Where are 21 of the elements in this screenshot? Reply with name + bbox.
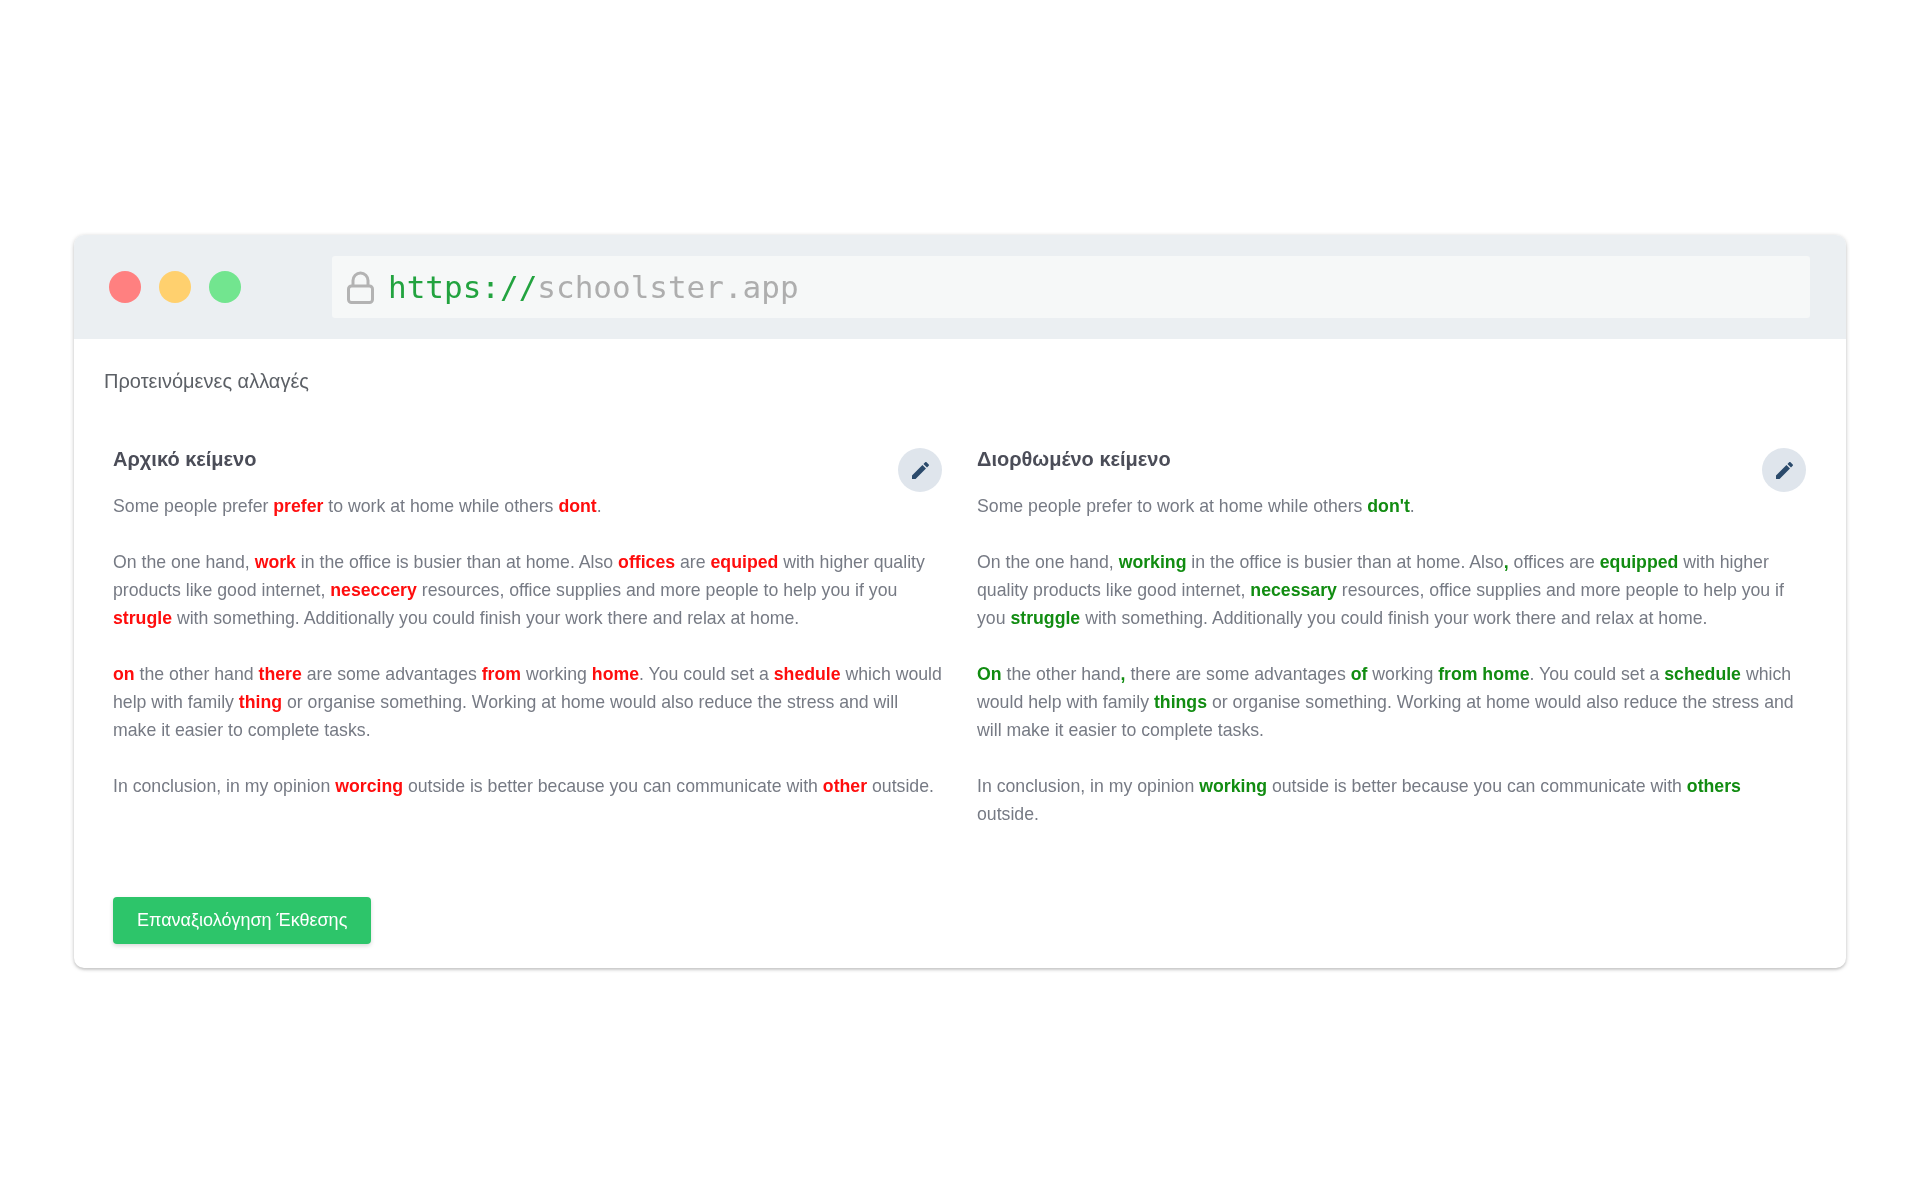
close-dot-icon[interactable] [109, 271, 141, 303]
minimize-dot-icon[interactable] [159, 271, 191, 303]
maximize-dot-icon[interactable] [209, 271, 241, 303]
essay-paragraph: On the one hand, working in the office is busier than at home. Also, offices are equipped with higher quality products like good internet, necessary resources, office supplies and more people to help you if you struggle with something. Additionally you could finish your work there and relax at home. [977, 551, 1785, 630]
page-title: Προτεινόμενες αλλαγές [104, 369, 310, 394]
edit-button[interactable] [1762, 448, 1806, 492]
address-field[interactable]: https://schoolster.app [332, 256, 1810, 318]
essay-paragraph: Some people prefer to work at home while others don't. [977, 495, 1416, 518]
essay-paragraph: Some people prefer prefer to work at home while others dont. [113, 495, 603, 518]
essay-paragraph: In conclusion, in my opinion working outside is better because you can communicate with others outside. [977, 775, 1742, 826]
essay-paragraph: On the other hand, there are some advantages of working from home. You could set a schedule which would help with family things or organise something. Working at home would also reduce the stress and will make it easier to complete tasks. [977, 663, 1795, 742]
panel-heading: Διορθωμένο κείμενο [977, 447, 1171, 472]
essay-paragraph: on the other hand there are some advantages from working home. You could set a shedule which would help with family thing or organise something. Working at home would also reduce the stress and will make it easier to complete tasks. [113, 663, 942, 742]
pencil-icon [1775, 461, 1793, 479]
essay-paragraph: On the one hand, work in the office is busier than at home. Also offices are equiped with higher quality products like good internet, neseccery resources, office supplies and more people to help you if you strugle with something. Additionally you could finish your work there and relax at home. [113, 551, 926, 630]
panel-heading: Αρχικό κείμενο [113, 447, 257, 472]
lock-icon [347, 270, 374, 304]
reevaluate-button[interactable]: Επαναξιολόγηση Έκθεσης [113, 897, 372, 944]
essay-paragraph: In conclusion, in my opinion worcing outside is better because you can communicate with other outside. [113, 775, 935, 798]
pencil-icon [911, 461, 929, 479]
edit-button[interactable] [898, 448, 942, 492]
